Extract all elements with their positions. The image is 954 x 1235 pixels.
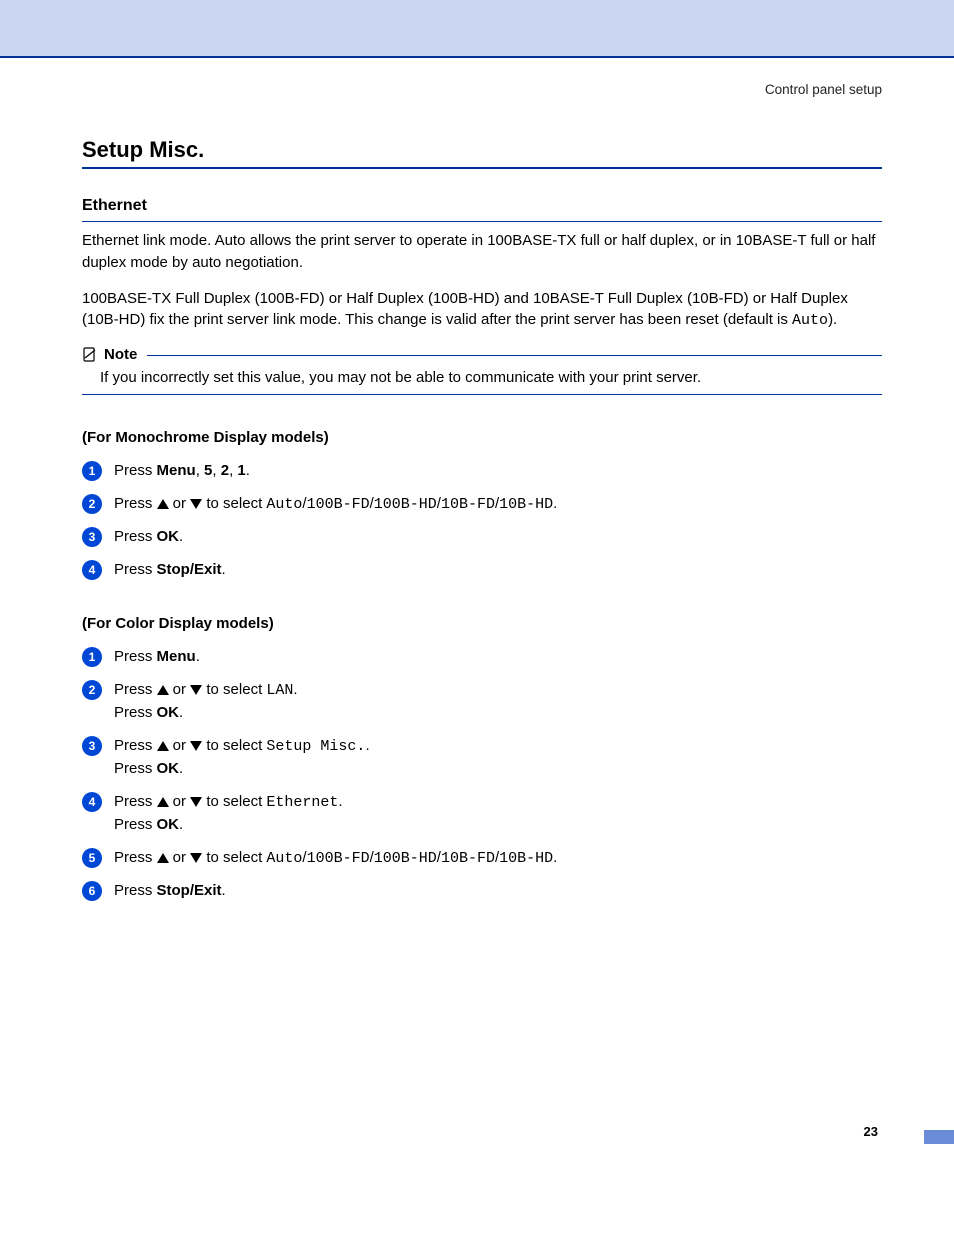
step-text: Press or to select LAN. Press OK. <box>114 679 882 725</box>
top-banner <box>0 0 954 58</box>
down-arrow-icon <box>190 499 202 509</box>
color-step-3: 3 Press or to select Setup Misc.. Press … <box>82 735 882 781</box>
page-content: 3 Control panel setup Setup Misc. Ethern… <box>0 58 954 1180</box>
down-arrow-icon <box>190 797 202 807</box>
up-arrow-icon <box>157 499 169 509</box>
note-header: Note <box>82 346 882 363</box>
step-badge: 3 <box>82 527 102 547</box>
mono-step-3: 3 Press OK. <box>82 526 882 549</box>
section-title: Setup Misc. <box>82 137 882 163</box>
page-footer: 23 <box>82 1123 882 1140</box>
note-block: Note If you incorrectly set this value, … <box>82 346 882 395</box>
step-text: Press OK. <box>114 526 882 549</box>
intro-paragraph-2: 100BASE-TX Full Duplex (100B-FD) or Half… <box>82 288 882 333</box>
step-text: Press Stop/Exit. <box>114 880 882 903</box>
step-badge: 5 <box>82 848 102 868</box>
mono-step-4: 4 Press Stop/Exit. <box>82 559 882 582</box>
step-badge: 2 <box>82 494 102 514</box>
down-arrow-icon <box>190 853 202 863</box>
down-arrow-icon <box>190 741 202 751</box>
color-step-1: 1 Press Menu. <box>82 646 882 669</box>
step-text: Press Stop/Exit. <box>114 559 882 582</box>
step-badge: 1 <box>82 461 102 481</box>
intro-p2-mono: Auto <box>792 312 828 329</box>
step-badge: 4 <box>82 792 102 812</box>
step-badge: 1 <box>82 647 102 667</box>
color-step-5: 5 Press or to select Auto/100B-FD/100B-H… <box>82 847 882 871</box>
intro-p2-a: 100BASE-TX Full Duplex (100B-FD) or Half… <box>82 290 848 329</box>
mono-step-1: 1 Press Menu, 5, 2, 1. <box>82 460 882 483</box>
note-body: If you incorrectly set this value, you m… <box>82 363 882 395</box>
color-heading: (For Color Display models) <box>82 615 882 632</box>
step-badge: 3 <box>82 736 102 756</box>
breadcrumb: Control panel setup <box>82 82 882 97</box>
color-step-4: 4 Press or to select Ethernet. Press OK. <box>82 791 882 837</box>
step-text: Press Menu, 5, 2, 1. <box>114 460 882 483</box>
step-badge: 4 <box>82 560 102 580</box>
mono-step-2: 2 Press or to select Auto/100B-FD/100B-H… <box>82 493 882 517</box>
subheading-rule <box>82 221 882 222</box>
step-text: Press Menu. <box>114 646 882 669</box>
intro-paragraph-1: Ethernet link mode. Auto allows the prin… <box>82 230 882 274</box>
section-rule <box>82 167 882 169</box>
up-arrow-icon <box>157 797 169 807</box>
step-badge: 2 <box>82 680 102 700</box>
intro-p2-b: ). <box>828 311 837 328</box>
note-label: Note <box>104 346 137 363</box>
down-arrow-icon <box>190 685 202 695</box>
step-text: Press or to select Auto/100B-FD/100B-HD/… <box>114 847 882 871</box>
step-badge: 6 <box>82 881 102 901</box>
step-text: Press or to select Auto/100B-FD/100B-HD/… <box>114 493 882 517</box>
step-text: Press or to select Ethernet. Press OK. <box>114 791 882 837</box>
color-step-2: 2 Press or to select LAN. Press OK. <box>82 679 882 725</box>
up-arrow-icon <box>157 685 169 695</box>
up-arrow-icon <box>157 853 169 863</box>
footer-tab <box>924 1130 954 1144</box>
up-arrow-icon <box>157 741 169 751</box>
mono-heading: (For Monochrome Display models) <box>82 429 882 446</box>
color-step-6: 6 Press Stop/Exit. <box>82 880 882 903</box>
subheading-ethernet: Ethernet <box>82 197 882 215</box>
page-number: 23 <box>864 1124 878 1139</box>
note-rule <box>147 355 882 356</box>
step-text: Press or to select Setup Misc.. Press OK… <box>114 735 882 781</box>
note-icon <box>82 347 98 363</box>
